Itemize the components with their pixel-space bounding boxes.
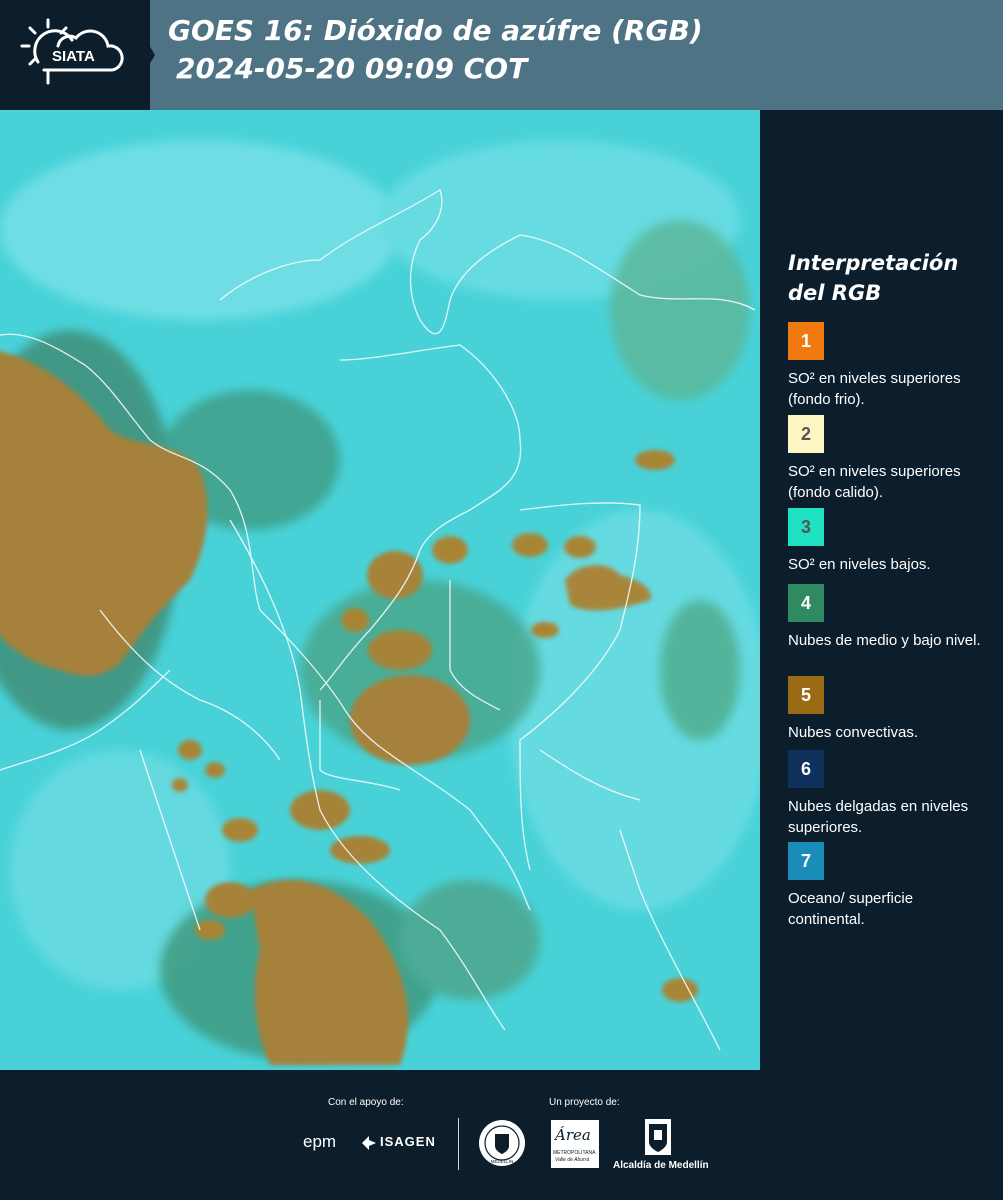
seal-text: MEDELLÍN (491, 1158, 514, 1164)
legend-swatch: 3 (788, 508, 824, 546)
area-word: Área (555, 1126, 591, 1144)
legend-item: 2 SO² en niveles superiores (fondo calid… (788, 415, 988, 503)
legend-item: 1 SO² en niveles superiores (fondo frio)… (788, 322, 988, 410)
legend-panel: Interpretación del RGB 1 SO² en niveles … (760, 110, 1003, 1070)
legend-item: 6 Nubes delgadas en niveles superiores. (788, 750, 988, 838)
legend-swatch: 7 (788, 842, 824, 880)
isagen-logo: ISAGEN (380, 1134, 436, 1149)
siata-logo-text: SIATA (52, 48, 95, 65)
legend-title-line-2: del RGB (788, 281, 882, 305)
legend-swatch: 1 (788, 322, 824, 360)
alcaldia-shield-icon (645, 1119, 671, 1155)
area-sub2: Valle de Aburrá (555, 1157, 590, 1163)
legend-swatch: 4 (788, 584, 824, 622)
legend-item: 5 Nubes convectivas. (788, 676, 988, 743)
legend-label: SO² en niveles bajos. (788, 556, 931, 573)
legend-label: SO² en niveles superiores (fondo frio). (788, 370, 961, 408)
legend-label: SO² en niveles superiores (fondo calido)… (788, 463, 961, 501)
legend-item: 4 Nubes de medio y bajo nivel. (788, 584, 988, 651)
legend-swatch: 5 (788, 676, 824, 714)
legend-label: Nubes delgadas en niveles superiores. (788, 798, 969, 836)
area-sub: METROPOLITANA (553, 1150, 596, 1156)
alcaldia-label: Alcaldía de Medellín (613, 1160, 709, 1171)
legend-swatch: 6 (788, 750, 824, 788)
area-metropolitana-logo: Área METROPOLITANA Valle de Aburrá (551, 1120, 599, 1168)
project-label: Un proyecto de: (549, 1097, 620, 1108)
legend-label: Nubes de medio y bajo nivel. (788, 632, 981, 649)
legend-item: 7 Oceano/ superficie continental. (788, 842, 988, 930)
title-line-2: 2024-05-20 09:09 COT (176, 52, 528, 85)
legend-label: Oceano/ superficie continental. (788, 890, 914, 928)
siata-logo: SIATA (0, 0, 155, 110)
footer-divider (458, 1118, 459, 1170)
legend-title-line-1: Interpretación (788, 251, 959, 275)
legend-swatch: 2 (788, 415, 824, 453)
page-title: GOES 16: Dióxido de azúfre (RGB) 2024-05… (168, 12, 703, 88)
isagen-icon (362, 1136, 376, 1150)
legend-label: Nubes convectivas. (788, 724, 919, 741)
support-label: Con el apoyo de: (328, 1097, 404, 1108)
epm-logo: epm (303, 1132, 337, 1151)
legend-item: 3 SO² en niveles bajos. (788, 508, 988, 575)
footer: Con el apoyo de: Un proyecto de: epm ISA… (0, 1070, 1003, 1200)
legend-title: Interpretación del RGB (788, 248, 958, 308)
satellite-map (0, 110, 760, 1070)
header: SIATA GOES 16: Dióxido de azúfre (RGB) 2… (0, 0, 1003, 110)
medellin-seal-icon: MEDELLÍN (479, 1120, 525, 1166)
title-line-1: GOES 16: Dióxido de azúfre (RGB) (168, 14, 703, 47)
